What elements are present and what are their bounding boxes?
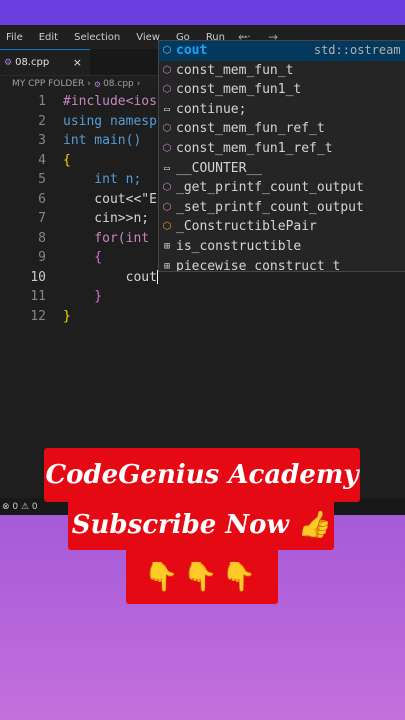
- suggestion-item[interactable]: ⬡ const_mem_fun_ref_t: [159, 119, 405, 139]
- close-icon[interactable]: ×: [73, 56, 82, 69]
- struct-icon: ⊞: [163, 260, 171, 272]
- variable-icon: ⬡: [162, 45, 172, 56]
- suggestion-item[interactable]: ⬡ const_mem_fun_t: [159, 61, 405, 81]
- suggestion-label: cout: [176, 43, 208, 58]
- class-icon: ⬡: [162, 221, 172, 233]
- suggestion-label: is_constructible: [176, 238, 302, 254]
- pointing-down-icon: 👇👇👇: [143, 559, 261, 593]
- pointing-down-banner: 👇👇👇: [126, 548, 278, 604]
- suggestion-item[interactable]: ⬡ cout std::ostream s: [159, 41, 405, 61]
- subscribe-banner: Subscribe Now 👍: [68, 500, 334, 550]
- line-number: 2: [38, 113, 46, 129]
- suggestion-label: __COUNTER__: [176, 160, 263, 176]
- suggestion-label: const_mem_fun1_t: [176, 82, 302, 98]
- suggestion-label: piecewise_construct_t: [176, 258, 341, 272]
- suggestion-label: _get_printf_count_output: [176, 180, 364, 196]
- snippet-icon: ▭: [163, 103, 171, 115]
- cpp-file-icon: ⚙: [4, 57, 13, 68]
- suggestion-item[interactable]: ⬡ const_mem_fun1_ref_t: [159, 139, 405, 159]
- struct-icon: ⊞: [163, 240, 171, 252]
- line-number: 11: [30, 289, 46, 304]
- line-number: 7: [38, 211, 46, 226]
- constant-icon: ▭: [163, 162, 171, 174]
- line-number: 5: [38, 172, 46, 187]
- tab-title: 08.cpp: [15, 57, 50, 68]
- breadcrumb-folder[interactable]: MY CPP FOLDER: [12, 79, 84, 89]
- line-number: 6: [38, 191, 46, 207]
- class-icon: ⬡: [162, 64, 172, 76]
- channel-name-banner: CodeGenius Academy: [44, 448, 360, 502]
- suggestion-label: const_mem_fun1_ref_t: [176, 140, 333, 156]
- line-number-gutter: 1 2 3 4 5 6 7 8 9 10 11 12: [0, 92, 52, 326]
- tab-08-cpp[interactable]: ⚙ 08.cpp ×: [0, 49, 90, 75]
- line-number: 12: [30, 308, 46, 324]
- breadcrumb-separator: ›: [136, 79, 141, 89]
- menu-selection[interactable]: Selection: [74, 32, 120, 43]
- menu-file[interactable]: File: [6, 32, 23, 43]
- class-icon: ⬡: [162, 84, 172, 96]
- breadcrumb-separator: ›: [87, 79, 91, 89]
- subscribe-text: Subscribe Now 👍: [71, 510, 331, 540]
- channel-name: CodeGenius Academy: [45, 460, 359, 490]
- line-number: 8: [38, 230, 46, 246]
- suggestion-detail: std::ostream s: [313, 43, 405, 57]
- cpp-file-icon: ⚙: [93, 79, 102, 89]
- menu-edit[interactable]: Edit: [39, 32, 58, 43]
- suggestion-item[interactable]: ⊞ is_constructible: [159, 237, 405, 257]
- function-icon: ⬡: [162, 182, 172, 194]
- suggestion-label: continue;: [176, 101, 247, 117]
- breadcrumb-file[interactable]: 08.cpp: [103, 79, 134, 89]
- suggestion-item[interactable]: ▭ __COUNTER__: [159, 159, 405, 179]
- line-number: 1: [38, 94, 46, 109]
- suggestion-item[interactable]: ⊞ piecewise_construct_t: [159, 257, 405, 272]
- suggestion-item[interactable]: ⬡ _set_printf_count_output: [159, 198, 405, 218]
- suggestion-item[interactable]: ⬡ const_mem_fun1_t: [159, 80, 405, 100]
- text-cursor: [156, 270, 158, 285]
- suggestion-item[interactable]: ⬡ _ConstructiblePair: [159, 217, 405, 237]
- suggestion-label: _ConstructiblePair: [176, 219, 317, 235]
- class-icon: ⬡: [162, 123, 172, 135]
- function-icon: ⬡: [162, 201, 172, 213]
- suggestion-item[interactable]: ▭ continue;: [159, 100, 405, 120]
- autocomplete-suggestions: ⬡ cout std::ostream s ⬡ const_mem_fun_t …: [158, 40, 405, 272]
- line-number-current: 10: [30, 269, 46, 285]
- line-number: 9: [38, 250, 46, 265]
- code-line-current[interactable]: cout: [63, 268, 157, 288]
- menu-view[interactable]: View: [136, 32, 160, 43]
- suggestion-label: const_mem_fun_ref_t: [176, 121, 325, 137]
- code-line[interactable]: }: [63, 287, 405, 307]
- class-icon: ⬡: [162, 142, 172, 154]
- suggestion-label: _set_printf_count_output: [176, 199, 364, 215]
- code-line[interactable]: }: [63, 307, 405, 327]
- line-number: 3: [38, 133, 46, 148]
- suggestion-item[interactable]: ⬡ _get_printf_count_output: [159, 178, 405, 198]
- suggestion-label: const_mem_fun_t: [176, 62, 294, 78]
- line-number: 4: [38, 152, 46, 168]
- problems-indicator[interactable]: ⊗ 0 ⚠ 0: [2, 502, 38, 512]
